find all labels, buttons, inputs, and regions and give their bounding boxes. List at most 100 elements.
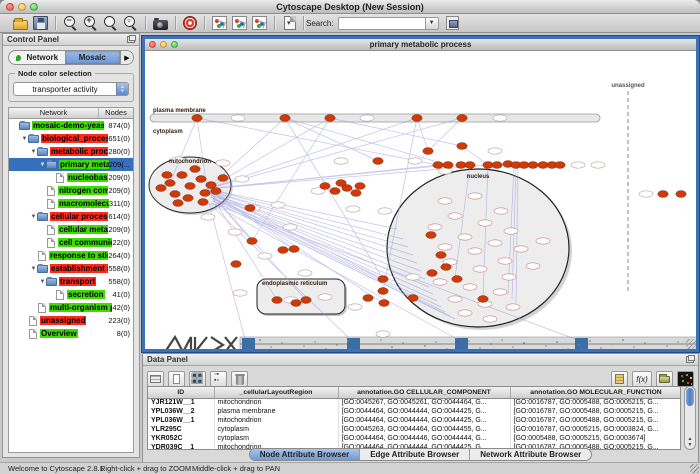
tab-edge-attribute-browser[interactable]: Edge Attribute Browser xyxy=(360,449,470,460)
tree-row[interactable]: secretion41(0) xyxy=(9,288,133,301)
network-node[interactable] xyxy=(192,115,202,122)
network-node[interactable] xyxy=(278,247,288,254)
tab-mosaic[interactable]: Mosaic xyxy=(65,51,121,64)
network-node[interactable] xyxy=(426,232,436,239)
tree-row[interactable]: ▼establishment of lo558(0) xyxy=(9,262,133,275)
new-attribute-icon[interactable] xyxy=(168,371,185,387)
network-node[interactable] xyxy=(427,270,437,277)
network-node[interactable] xyxy=(301,297,311,304)
network-node[interactable] xyxy=(423,148,433,155)
network-node[interactable] xyxy=(177,172,187,179)
network-node[interactable] xyxy=(408,295,418,302)
network-node[interactable] xyxy=(291,300,301,307)
network-node[interactable] xyxy=(206,182,216,189)
network-node[interactable] xyxy=(211,188,221,195)
network-node[interactable] xyxy=(492,162,502,169)
zoom-in-icon[interactable]: + xyxy=(83,16,98,30)
tree-row[interactable]: ▼transport558(0) xyxy=(9,275,133,288)
attribute-matrix-icon[interactable] xyxy=(677,371,694,387)
tree-row[interactable]: multi-organism pro42(0) xyxy=(9,301,133,314)
network-node[interactable] xyxy=(200,190,210,197)
network-canvas[interactable]: plasma membranecytoplasmmitochondrionnuc… xyxy=(145,51,696,349)
search-input[interactable] xyxy=(338,17,426,30)
network-node[interactable] xyxy=(183,195,193,202)
network-node[interactable] xyxy=(247,238,257,245)
import-attributes-icon[interactable] xyxy=(656,371,673,387)
attribute-table-icon[interactable] xyxy=(147,371,164,387)
network-node[interactable] xyxy=(198,199,208,206)
formula-builder-icon[interactable]: f(x) xyxy=(632,371,652,387)
network-node[interactable] xyxy=(441,264,451,271)
table-row[interactable]: YPL036W__1mitochondrion[GO:0044464, GO:0… xyxy=(148,416,681,425)
network-node[interactable] xyxy=(351,190,361,197)
network-node[interactable] xyxy=(330,188,340,195)
tree-row[interactable]: nucleobase-209(0) xyxy=(9,171,133,184)
column-header[interactable]: annotation.GO MOLECULAR_FUNCTION xyxy=(510,387,681,398)
table-row[interactable]: YJR121W__1mitochondrion[GO:0045267, GO:0… xyxy=(148,398,681,407)
network-node[interactable] xyxy=(433,162,443,169)
tree-row[interactable]: cell communicat22(0) xyxy=(9,236,133,249)
network-node[interactable] xyxy=(218,175,228,182)
network-node[interactable] xyxy=(245,205,255,212)
network-node[interactable] xyxy=(379,300,389,307)
network-node[interactable] xyxy=(355,183,365,190)
plasma-membrane-region[interactable] xyxy=(150,114,600,122)
window-resize-grip[interactable] xyxy=(686,339,696,349)
open-icon[interactable] xyxy=(13,20,28,30)
network-node[interactable] xyxy=(465,162,475,169)
network-node[interactable] xyxy=(528,162,538,169)
tab-node-attribute-browser[interactable]: Node Attribute Browser xyxy=(250,449,361,460)
network-node[interactable] xyxy=(457,143,467,150)
network-node[interactable] xyxy=(555,162,565,169)
annotation-icon[interactable] xyxy=(284,16,296,30)
delete-attribute-icon[interactable] xyxy=(231,371,248,387)
tree-row[interactable]: cellular metabol209(0) xyxy=(9,223,133,236)
network-node[interactable] xyxy=(373,158,383,165)
network-node[interactable] xyxy=(320,183,330,190)
network-node[interactable] xyxy=(231,261,241,268)
network-node[interactable] xyxy=(676,191,686,198)
network-node[interactable] xyxy=(156,185,166,192)
network-node[interactable] xyxy=(412,115,422,122)
import-network-icon[interactable] xyxy=(232,16,247,30)
tree-row[interactable]: nitrogen compo209(0) xyxy=(9,184,133,197)
unselect-attributes-icon[interactable] xyxy=(210,371,227,387)
network-node[interactable] xyxy=(272,297,282,304)
tab-overflow-icon[interactable]: ▶ xyxy=(120,51,133,64)
tree-row[interactable]: macromolecule311(0) xyxy=(9,197,133,210)
import-table-icon[interactable] xyxy=(252,16,267,30)
column-header[interactable]: _cellularLayoutRegion xyxy=(214,387,338,398)
network-node[interactable] xyxy=(443,162,453,169)
tree-row[interactable]: Overview8(0) xyxy=(9,327,133,340)
create-network-icon[interactable] xyxy=(212,16,227,30)
node-color-select[interactable]: transporter activity ▲▼ xyxy=(13,82,129,96)
scrollbar-thumb[interactable] xyxy=(686,388,694,406)
network-node[interactable] xyxy=(289,246,299,253)
tab-network-attribute-browser[interactable]: Network Attribute Browser xyxy=(470,449,591,460)
network-node[interactable] xyxy=(162,172,172,179)
table-row[interactable]: YLR295Ccytoplasm[GO:0045263, GO:0044464,… xyxy=(148,425,681,434)
network-node[interactable] xyxy=(452,276,462,283)
network-node[interactable] xyxy=(165,180,175,187)
network-node[interactable] xyxy=(457,115,467,122)
tree-row[interactable]: mosaic-demo-yeast874(0) xyxy=(9,119,133,132)
tree-row[interactable]: ▼primary metabo209(... xyxy=(9,158,133,171)
network-node[interactable] xyxy=(378,276,388,283)
app-resize-grip[interactable] xyxy=(690,464,699,473)
network-node[interactable] xyxy=(325,115,335,122)
zoom-fit-icon[interactable] xyxy=(103,16,118,30)
network-node[interactable] xyxy=(173,200,183,207)
column-header[interactable]: annotation.GO CELLULAR_COMPONENT xyxy=(338,387,510,398)
zoom-selected-icon[interactable]: ▫ xyxy=(123,16,138,30)
network-node[interactable] xyxy=(658,191,668,198)
search-settings-icon[interactable] xyxy=(446,16,459,30)
snapshot-icon[interactable] xyxy=(153,20,168,30)
table-row[interactable]: YPL036W__2plasma membrane[GO:0044464, GO… xyxy=(148,407,681,416)
network-node[interactable] xyxy=(436,252,446,259)
tree-row[interactable]: unassigned223(0) xyxy=(9,314,133,327)
scrollbar-arrows-icon[interactable]: ▲▼ xyxy=(685,436,695,448)
float-data-panel-icon[interactable] xyxy=(686,356,694,363)
network-node[interactable] xyxy=(170,191,180,198)
network-node[interactable] xyxy=(478,296,488,303)
column-header[interactable]: ID xyxy=(148,387,214,398)
